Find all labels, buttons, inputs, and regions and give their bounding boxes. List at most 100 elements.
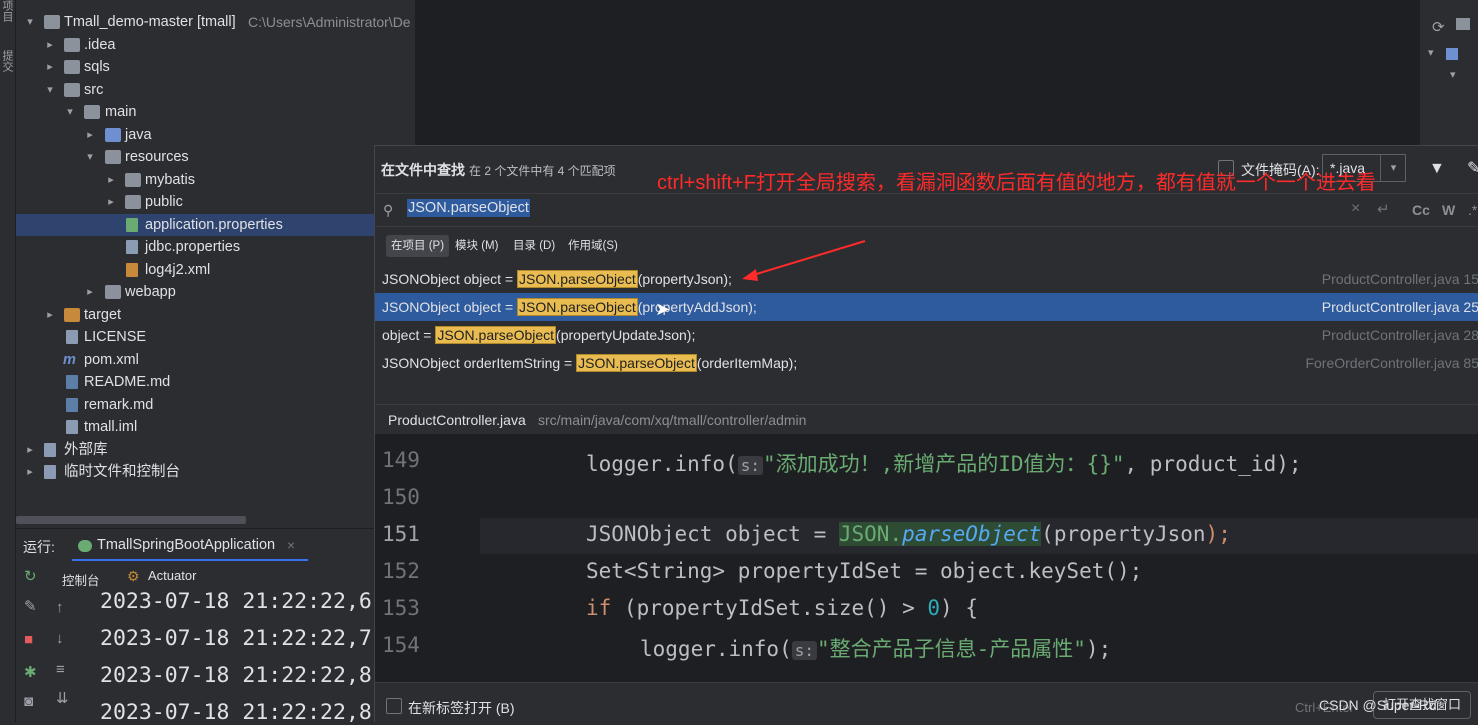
scroll-to-end-icon[interactable]: ⇊ — [56, 689, 69, 707]
tree-item-target[interactable]: ▸ target — [16, 304, 374, 326]
tree-item-sqls[interactable]: ▸ sqls — [16, 56, 374, 78]
refresh-icon[interactable]: ⟳ — [1432, 18, 1445, 36]
code-line-151: JSONObject object = JSON.parseObject(pro… — [586, 522, 1231, 546]
chevron-down-icon[interactable]: ▾ — [44, 79, 56, 101]
result-row[interactable]: object = JSON.parseObject (propertyUpdate… — [375, 321, 1478, 349]
chevron-right-icon[interactable]: ▸ — [84, 281, 96, 303]
chevron-right-icon[interactable]: ▸ — [24, 461, 36, 483]
arrow-up-icon[interactable]: ↑ — [56, 599, 64, 616]
tree-item-main[interactable]: ▾ main — [16, 101, 374, 123]
tree-item-java[interactable]: ▸ java — [16, 124, 374, 146]
stop-icon[interactable]: ■ — [24, 631, 33, 648]
run-config-tab[interactable]: TmallSpringBootApplication — [97, 537, 275, 553]
tree-item-jdbc-properties[interactable]: jdbc.properties — [16, 236, 374, 258]
arrow-down-icon[interactable]: ↓ — [56, 630, 64, 647]
scope-custom[interactable]: 作用域(S) — [563, 235, 623, 257]
tree-item-pom[interactable]: m pom.xml — [16, 349, 374, 371]
markdown-file-icon — [66, 375, 78, 389]
tree-item-src[interactable]: ▾ src — [16, 79, 374, 101]
filter-icon[interactable]: ▼ — [1429, 160, 1445, 178]
match-case-toggle[interactable]: Cc — [1412, 202, 1430, 218]
chevron-down-icon[interactable]: ▾ — [1450, 68, 1456, 81]
tree-item-scratches[interactable]: ▸ 临时文件和控制台 — [16, 461, 374, 483]
spring-properties-icon — [126, 218, 138, 232]
scope-directory[interactable]: 目录 (D) — [508, 235, 560, 257]
wrench-icon[interactable]: ✎ — [24, 597, 37, 615]
chevron-right-icon[interactable]: ▸ — [105, 169, 117, 191]
tree-item-log4j2[interactable]: log4j2.xml — [16, 259, 374, 281]
new-line-icon[interactable]: ↵ — [1377, 200, 1390, 218]
line-number: 149 — [382, 448, 420, 472]
run-label: 运行: — [23, 539, 55, 555]
tree-item-idea[interactable]: ▸ .idea — [16, 34, 374, 56]
tree-item-label: src — [84, 82, 104, 98]
chevron-down-icon[interactable]: ▾ — [1428, 46, 1434, 59]
tree-item-label: 临时文件和控制台 — [64, 464, 180, 480]
camera-icon[interactable]: ◙ — [24, 693, 33, 710]
whole-word-toggle[interactable]: W — [1442, 202, 1455, 218]
result-location: ProductController.java 15 — [1321, 271, 1478, 287]
close-icon[interactable]: × — [287, 537, 295, 553]
tree-item-external-libraries[interactable]: ▸ 外部库 — [16, 439, 374, 461]
editor-background — [415, 0, 1419, 145]
tab-underline — [72, 559, 308, 561]
rerun-icon[interactable]: ↻ — [24, 567, 37, 585]
chevron-right-icon[interactable]: ▸ — [44, 56, 56, 78]
tree-item-remark[interactable]: remark.md — [16, 394, 374, 416]
module-folder-icon — [44, 15, 60, 29]
search-icon[interactable]: ⚲ — [383, 202, 393, 219]
maven-panel: ⟳ ▾ ▾ — [1419, 0, 1478, 145]
tree-root[interactable]: ▾ Tmall_demo-master [tmall] C:\Users\Adm… — [16, 11, 410, 33]
result-row[interactable]: JSONObject orderItemString = JSON.parseO… — [375, 349, 1478, 377]
scope-module[interactable]: 模块 (M) — [450, 235, 503, 257]
horizontal-scrollbar[interactable] — [16, 516, 246, 524]
chevron-right-icon[interactable]: ▸ — [24, 439, 36, 461]
tree-item-label: 外部库 — [64, 442, 108, 458]
search-row: ⚲ JSON.parseObject × ↵ Cc W .* — [375, 193, 1478, 227]
tree-item-readme[interactable]: README.md — [16, 371, 374, 393]
chevron-down-icon[interactable]: ▾ — [1380, 154, 1406, 182]
preview-file-path: src/main/java/com/xq/tmall/controller/ad… — [538, 412, 807, 428]
regex-toggle[interactable]: .* — [1468, 202, 1477, 218]
tree-item-license[interactable]: LICENSE — [16, 326, 374, 348]
maven-icon: m — [63, 352, 76, 368]
project-tool-label[interactable]: 项目 — [1, 0, 15, 22]
search-input[interactable]: JSON.parseObject — [407, 199, 530, 217]
pin-icon[interactable]: ✎ — [1467, 158, 1478, 178]
open-in-new-tab-checkbox[interactable] — [386, 698, 402, 714]
chevron-down-icon[interactable]: ▾ — [84, 146, 96, 168]
chevron-right-icon[interactable]: ▸ — [84, 124, 96, 146]
tree-item-public[interactable]: ▸ public — [16, 191, 374, 213]
soft-wrap-icon[interactable]: ≡ — [56, 661, 65, 678]
preview-file-name: ProductController.java — [388, 412, 526, 428]
line-number: 154 — [382, 633, 420, 657]
result-prefix: object = — [382, 327, 436, 343]
chevron-right-icon[interactable]: ▸ — [44, 34, 56, 56]
debug-icon[interactable]: ✱ — [24, 663, 37, 681]
scope-project[interactable]: 在项目 (P) — [386, 235, 450, 257]
commit-tool-label[interactable]: 提交 — [1, 50, 15, 72]
tree-item-application-properties[interactable]: application.properties — [16, 214, 374, 236]
tree-item-label: resources — [125, 149, 189, 165]
library-icon — [44, 443, 56, 457]
tree-item-mybatis[interactable]: ▸ mybatis — [16, 169, 374, 191]
folder-icon[interactable] — [1456, 18, 1470, 30]
tree-item-label: main — [105, 104, 137, 120]
chevron-down-icon[interactable]: ▾ — [64, 101, 76, 123]
result-row[interactable]: JSONObject object = JSON.parseObject (pro… — [375, 265, 1478, 293]
result-row-selected[interactable]: JSONObject object = JSON.parseObject (pro… — [375, 293, 1478, 321]
tree-item-label: .idea — [84, 37, 116, 53]
preview-path-bar: ProductController.java src/main/java/com… — [375, 404, 1478, 434]
tree-item-tmall-iml[interactable]: tmall.iml — [16, 416, 374, 438]
result-prefix: JSONObject object = — [382, 299, 518, 315]
tab-actuator[interactable]: Actuator — [148, 568, 196, 583]
tree-item-webapp[interactable]: ▸ webapp — [16, 281, 374, 303]
tree-item-resources[interactable]: ▾ resources — [16, 146, 374, 168]
code-preview[interactable]: 149 150 151 152 153 154 logger.info(s: "添… — [375, 434, 1478, 682]
tab-console[interactable]: 控制台 — [62, 570, 100, 589]
chevron-right-icon[interactable]: ▸ — [105, 191, 117, 213]
chevron-right-icon[interactable]: ▸ — [44, 304, 56, 326]
chevron-down-icon[interactable]: ▾ — [24, 11, 36, 33]
result-location: ProductController.java 25 — [1321, 299, 1478, 315]
clear-icon[interactable]: × — [1351, 200, 1360, 218]
